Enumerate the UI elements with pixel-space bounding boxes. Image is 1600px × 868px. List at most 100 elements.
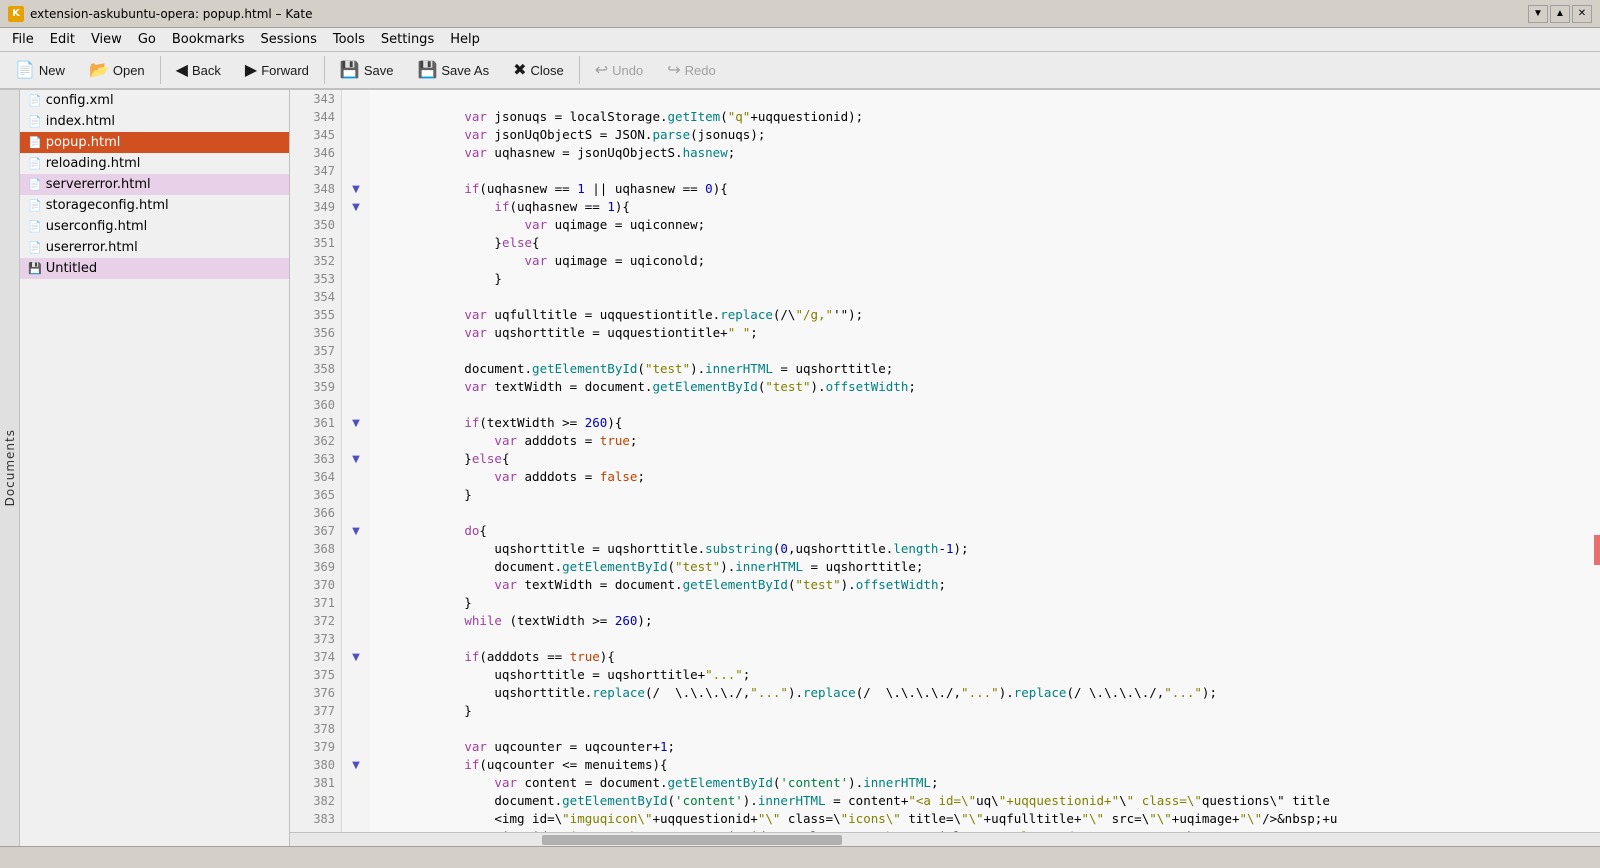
code-line[interactable]: if(uqcounter <= menuitems){: [370, 756, 1600, 774]
main-container: Documents 📄config.xml📄index.html📄popup.h…: [0, 90, 1600, 846]
file-name: popup.html: [46, 135, 121, 150]
menu-settings[interactable]: Settings: [373, 30, 442, 49]
file-name: index.html: [46, 114, 115, 129]
code-line[interactable]: if(uqhasnew == 1 || uqhasnew == 0){: [370, 180, 1600, 198]
close-button[interactable]: ✕: [1572, 5, 1592, 23]
code-line[interactable]: var uqcounter = uqcounter+1;: [370, 738, 1600, 756]
code-line[interactable]: document.getElementById('content').inner…: [370, 792, 1600, 810]
redo-button[interactable]: ↪ Redo: [656, 55, 726, 85]
code-line[interactable]: document.getElementById("test").innerHTM…: [370, 558, 1600, 576]
line-number: 378: [290, 720, 341, 738]
line-number: 350: [290, 216, 341, 234]
save-as-button[interactable]: 💾 Save As: [406, 55, 500, 85]
code-line[interactable]: while (textWidth >= 260);: [370, 612, 1600, 630]
line-number: 381: [290, 774, 341, 792]
maximize-button[interactable]: ▲: [1550, 5, 1570, 23]
code-line[interactable]: [370, 288, 1600, 306]
sidebar-file-item[interactable]: 💾Untitled: [20, 258, 289, 279]
hscroll-thumb[interactable]: [542, 835, 842, 845]
code-line[interactable]: var content = document.getElementById('c…: [370, 774, 1600, 792]
sidebar-file-item[interactable]: 📄index.html: [20, 111, 289, 132]
editor-area[interactable]: 3433443453463473483493503513523533543553…: [290, 90, 1600, 846]
line-number: 370: [290, 576, 341, 594]
line-number: 372: [290, 612, 341, 630]
sidebar-file-item[interactable]: 📄storageconfig.html: [20, 195, 289, 216]
code-line[interactable]: var textWidth = document.getElementById(…: [370, 576, 1600, 594]
fold-indicator[interactable]: ▼: [342, 198, 370, 216]
line-number: 365: [290, 486, 341, 504]
code-line[interactable]: var adddots = true;: [370, 432, 1600, 450]
sidebar-file-item[interactable]: 📄config.xml: [20, 90, 289, 111]
file-icon: 📄: [28, 241, 42, 254]
sidebar-file-item[interactable]: 📄userconfig.html: [20, 216, 289, 237]
code-line[interactable]: var adddots = false;: [370, 468, 1600, 486]
code-line[interactable]: }: [370, 270, 1600, 288]
code-line[interactable]: var uqfulltitle = uqquestiontitle.replac…: [370, 306, 1600, 324]
code-line[interactable]: [370, 720, 1600, 738]
menu-tools[interactable]: Tools: [325, 30, 373, 49]
code-line[interactable]: [370, 630, 1600, 648]
window-controls[interactable]: ▼ ▲ ✕: [1528, 5, 1592, 23]
code-line[interactable]: uqshorttitle = uqshorttitle+"...";: [370, 666, 1600, 684]
fold-indicator[interactable]: ▼: [342, 414, 370, 432]
forward-button[interactable]: ▶ Forward: [234, 55, 320, 85]
fold-indicator: [342, 378, 370, 396]
code-line[interactable]: if(adddots == true){: [370, 648, 1600, 666]
close-file-button[interactable]: ✖ Close: [502, 55, 575, 85]
fold-indicator[interactable]: ▼: [342, 756, 370, 774]
code-line[interactable]: [370, 162, 1600, 180]
line-number: 377: [290, 702, 341, 720]
minimize-button[interactable]: ▼: [1528, 5, 1548, 23]
code-line[interactable]: if(textWidth >= 260){: [370, 414, 1600, 432]
code-line[interactable]: var uqshorttitle = uqquestiontitle+" ";: [370, 324, 1600, 342]
code-line[interactable]: [370, 342, 1600, 360]
code-line[interactable]: }else{: [370, 450, 1600, 468]
sidebar-file-item[interactable]: 📄popup.html: [20, 132, 289, 153]
menu-go[interactable]: Go: [130, 30, 164, 49]
line-number: 366: [290, 504, 341, 522]
menu-view[interactable]: View: [83, 30, 130, 49]
code-line[interactable]: }: [370, 594, 1600, 612]
open-button[interactable]: 📂 Open: [78, 55, 156, 85]
code-line[interactable]: if(uqhasnew == 1){: [370, 198, 1600, 216]
menu-bookmarks[interactable]: Bookmarks: [164, 30, 253, 49]
fold-indicator[interactable]: ▼: [342, 450, 370, 468]
sidebar-file-item[interactable]: 📄servererror.html: [20, 174, 289, 195]
code-line[interactable]: }: [370, 702, 1600, 720]
back-button[interactable]: ◀ Back: [165, 55, 232, 85]
undo-button[interactable]: ↩ Undo: [584, 55, 654, 85]
line-number: 356: [290, 324, 341, 342]
code-line[interactable]: [370, 396, 1600, 414]
menu-edit[interactable]: Edit: [42, 30, 83, 49]
code-line[interactable]: var uqimage = uqiconnew;: [370, 216, 1600, 234]
fold-indicator[interactable]: ▼: [342, 180, 370, 198]
code-line[interactable]: }: [370, 486, 1600, 504]
fold-indicator[interactable]: ▼: [342, 522, 370, 540]
code-line[interactable]: do{: [370, 522, 1600, 540]
fold-indicator[interactable]: ▼: [342, 648, 370, 666]
code-line[interactable]: [370, 504, 1600, 522]
file-name: usererror.html: [46, 240, 138, 255]
menu-sessions[interactable]: Sessions: [252, 30, 324, 49]
sidebar-file-item[interactable]: 📄reloading.html: [20, 153, 289, 174]
menu-help[interactable]: Help: [442, 30, 488, 49]
code-line[interactable]: uqshorttitle = uqshorttitle.substring(0,…: [370, 540, 1600, 558]
line-number: 362: [290, 432, 341, 450]
code-line[interactable]: var jsonUqObjectS = JSON.parse(jsonuqs);: [370, 126, 1600, 144]
code-line[interactable]: <img id=\"imguqicon\"+uqquestionid+"\" c…: [370, 810, 1600, 828]
code-editor[interactable]: var jsonuqs = localStorage.getItem("q"+u…: [370, 90, 1600, 832]
sidebar-file-item[interactable]: 📄 usererror.html: [20, 237, 289, 258]
code-line[interactable]: var uqimage = uqiconold;: [370, 252, 1600, 270]
horizontal-scrollbar[interactable]: [290, 832, 1600, 846]
code-line[interactable]: [370, 90, 1600, 108]
code-line[interactable]: var jsonuqs = localStorage.getItem("q"+u…: [370, 108, 1600, 126]
code-line[interactable]: var textWidth = document.getElementById(…: [370, 378, 1600, 396]
fold-indicator: [342, 216, 370, 234]
code-line[interactable]: uqshorttitle.replace(/ \.\.\.\./,"...").…: [370, 684, 1600, 702]
code-line[interactable]: var uqhasnew = jsonUqObjectS.hasnew;: [370, 144, 1600, 162]
save-button[interactable]: 💾 Save: [329, 55, 405, 85]
code-line[interactable]: document.getElementById("test").innerHTM…: [370, 360, 1600, 378]
new-button[interactable]: 📄 New: [4, 55, 76, 85]
code-line[interactable]: }else{: [370, 234, 1600, 252]
menu-file[interactable]: File: [4, 30, 42, 49]
